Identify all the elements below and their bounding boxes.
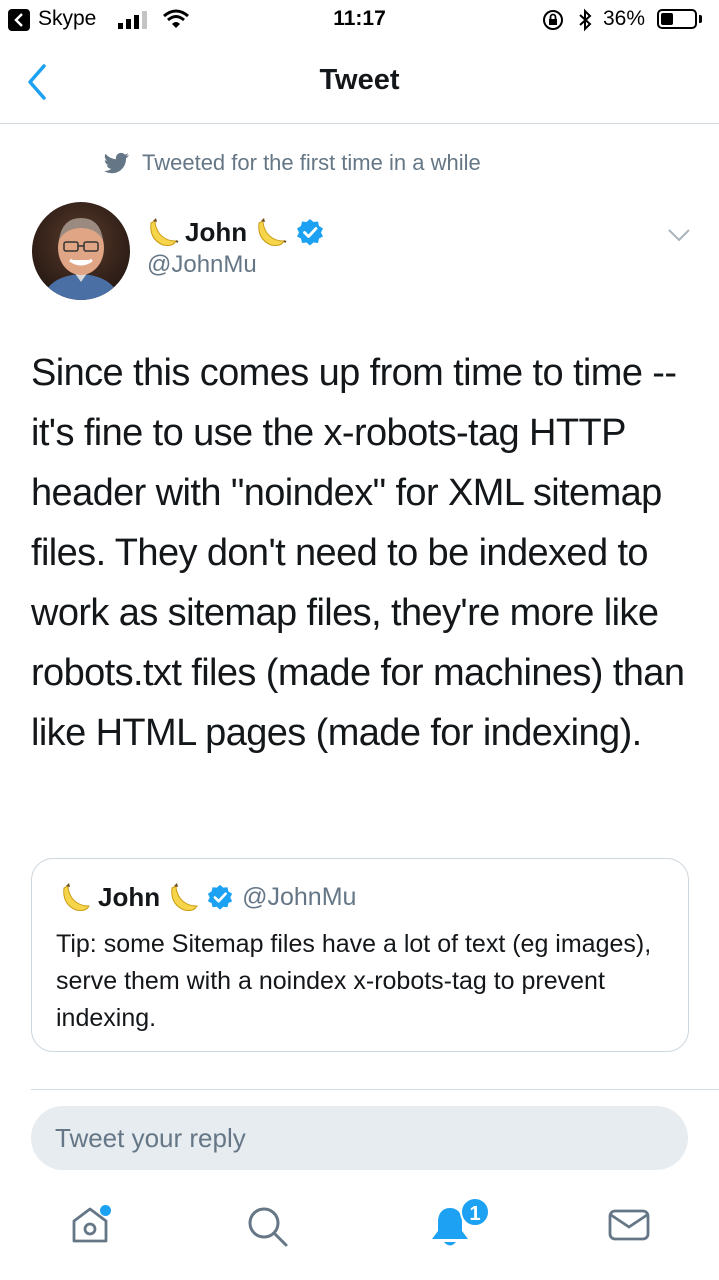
status-bar: Skype 11:17 36% — [0, 0, 719, 40]
author-handle[interactable]: @JohnMu — [147, 251, 257, 279]
banana-icon — [63, 883, 90, 911]
search-icon[interactable] — [244, 1203, 294, 1253]
quoted-tweet-text: Tip: some Sitemap files have a lot of te… — [56, 930, 652, 1032]
author-name-row[interactable]: John — [145, 210, 325, 254]
quoted-author-handle: @JohnMu — [242, 882, 357, 911]
battery-percent: 36% — [603, 7, 646, 30]
banana-icon — [150, 218, 179, 246]
context-text: Tweeted for the first time in a while — [142, 150, 481, 175]
quoted-author-name: John — [98, 881, 161, 912]
battery-icon — [657, 9, 697, 29]
banana-icon — [258, 218, 287, 246]
notification-badge: 1 — [460, 1197, 490, 1227]
new-content-dot — [100, 1205, 111, 1216]
reply-input[interactable] — [31, 1106, 688, 1170]
messages-icon[interactable] — [606, 1203, 656, 1253]
banana-icon — [171, 883, 198, 911]
chevron-down-icon[interactable] — [666, 226, 692, 249]
verified-badge-icon — [207, 884, 233, 910]
quoted-tweet-header: John @JohnMu — [58, 877, 356, 917]
quoted-tweet[interactable]: John @JohnMu Tip: some Sitemap files hav… — [31, 858, 689, 1052]
tweet-text: Since this comes up from time to time --… — [31, 352, 685, 754]
twitter-bird-icon — [104, 152, 129, 174]
bluetooth-icon — [579, 8, 592, 32]
nav-bar: Tweet — [0, 40, 719, 124]
tweet-context: Tweeted for the first time in a while — [104, 148, 481, 178]
verified-badge-icon — [297, 219, 324, 246]
page-title: Tweet — [319, 64, 400, 96]
avatar[interactable] — [32, 202, 130, 300]
battery-tip — [699, 15, 702, 23]
orientation-lock-icon — [543, 10, 563, 30]
author-name: John — [185, 216, 248, 247]
battery-level — [661, 13, 673, 25]
divider — [31, 1089, 719, 1090]
tab-bar — [0, 1185, 719, 1280]
